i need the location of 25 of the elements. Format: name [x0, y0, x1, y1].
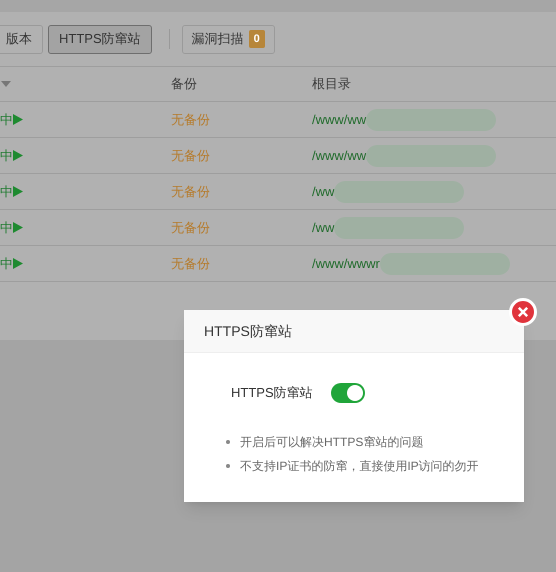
dialog-title: HTTPS防窜站: [204, 322, 292, 340]
root-path[interactable]: /www/ww: [312, 110, 366, 130]
column-header: 根目录: [312, 75, 351, 94]
root-path[interactable]: /ww: [312, 182, 334, 202]
backup-status[interactable]: 无备份: [171, 218, 312, 238]
note-text: 开启后可以解决HTTPS窜站的问题: [240, 434, 424, 451]
status-text: 中: [0, 254, 13, 273]
status-text: 中: [0, 146, 13, 165]
count-badge: 0: [248, 30, 265, 48]
root-path[interactable]: /www/wwwr: [312, 254, 380, 274]
status-text: 中: [0, 110, 13, 129]
backup-status[interactable]: 无备份: [171, 254, 312, 274]
note-text: 不支持IP证书的防窜，直接使用IP访问的勿开: [240, 458, 479, 475]
backup-status[interactable]: 无备份: [171, 182, 312, 202]
setting-label: HTTPS防窜站: [231, 384, 313, 402]
toolbar-button[interactable]: 版本: [0, 24, 43, 54]
status-text: 中: [0, 218, 13, 237]
root-path[interactable]: /ww: [312, 218, 334, 238]
column-header: 备份: [171, 75, 198, 94]
scan-button[interactable]: 漏洞扫描 0: [182, 24, 275, 54]
status-text: 中: [0, 182, 13, 201]
root-path[interactable]: /www/ww: [312, 146, 366, 166]
backup-status[interactable]: 无备份: [171, 146, 312, 166]
toolbar-button[interactable]: HTTPS防窜站: [48, 24, 152, 54]
backup-status[interactable]: 无备份: [171, 110, 312, 130]
